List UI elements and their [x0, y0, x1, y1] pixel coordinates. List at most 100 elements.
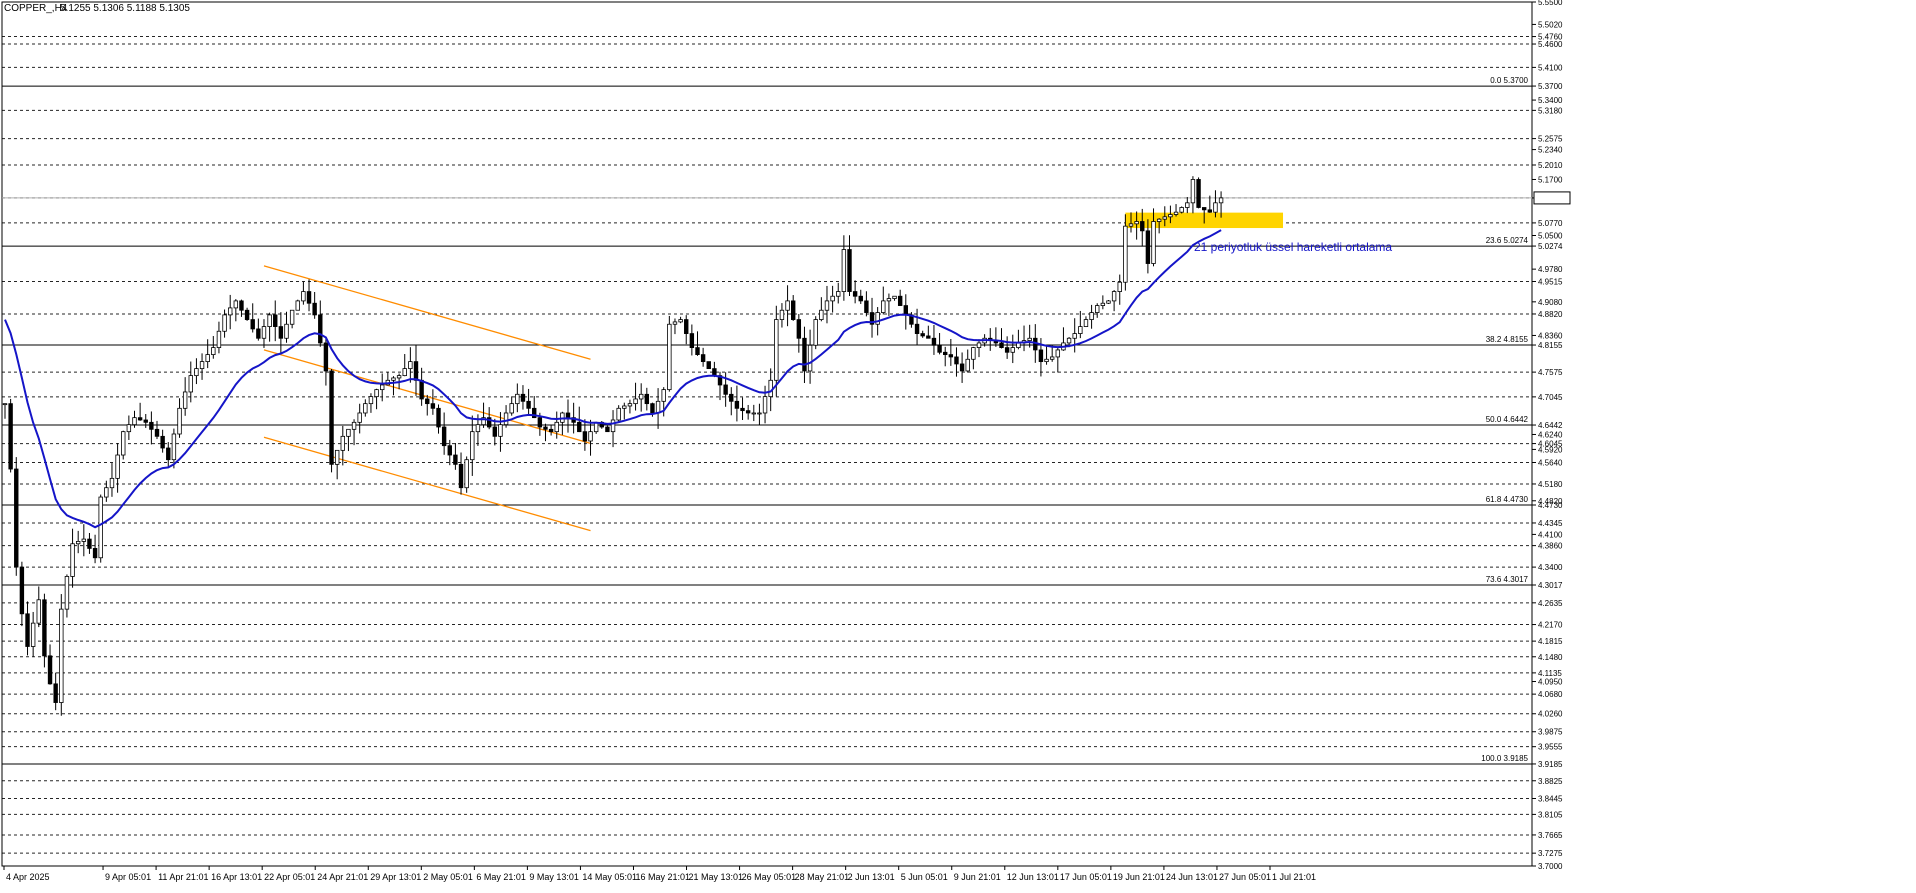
candle-body: [729, 393, 734, 402]
candle-body: [447, 445, 452, 456]
candle-body: [75, 541, 81, 545]
candle-body: [413, 361, 419, 381]
ema-annotation: 21 periyotluk üssel hareketli ortalama: [1194, 240, 1392, 254]
fib-level-label: 0.0 5.3700: [1490, 76, 1528, 85]
price-tick-label: 4.9080: [1538, 298, 1563, 307]
symbol-label: COPPER_,H4: [4, 3, 68, 14]
price-tick-label: 4.0260: [1538, 710, 1563, 719]
price-tick-label: 5.1700: [1538, 175, 1563, 184]
candle-body: [425, 398, 430, 405]
candle-body: [396, 375, 402, 379]
channel-line[interactable]: [263, 436, 591, 532]
time-tick-label: 2 Jun 13:01: [848, 872, 895, 882]
candle-body: [1196, 179, 1201, 208]
candle-body: [233, 300, 239, 309]
time-tick-label: 21 May 13:01: [689, 872, 744, 882]
time-tick-label: 26 May 05:01: [742, 872, 797, 882]
candle-body: [380, 384, 385, 391]
candle-body: [638, 393, 644, 400]
price-tick-label: 4.3400: [1538, 563, 1563, 572]
candle-body: [295, 300, 300, 311]
candle-body: [582, 431, 588, 442]
candle-body: [441, 426, 447, 447]
price-tick-label: 5.3400: [1538, 96, 1563, 105]
candle-body: [1111, 291, 1117, 302]
candles-layer: [2, 176, 1224, 716]
chart-canvas[interactable]: 0.0 5.3700 23.6 5.0274 38.2 4.8155 50.0 4.6…: [0, 0, 1916, 888]
candle-body: [1134, 221, 1139, 225]
candle-body: [357, 412, 362, 423]
time-tick-label: 24 Jun 13:01: [1166, 872, 1218, 882]
price-tick-label: 3.7275: [1538, 849, 1563, 858]
candle-body: [1156, 218, 1162, 222]
candle-body: [796, 319, 802, 339]
candle-body: [931, 337, 937, 346]
candle-body: [689, 333, 695, 349]
candle-body: [836, 291, 841, 297]
time-tick-label: 11 Apr 21:01: [158, 872, 208, 882]
candle-body: [1179, 207, 1184, 213]
candle-body: [160, 435, 165, 449]
candle-body: [475, 424, 481, 433]
candle-body: [841, 249, 847, 292]
candle-body: [87, 538, 92, 549]
candle-body: [706, 361, 711, 370]
time-tick-label: 19 Jun 21:01: [1113, 872, 1165, 882]
candle-body: [813, 319, 818, 346]
price-tick-label: 3.9555: [1538, 743, 1563, 752]
fibonacci-layer: 0.0 5.3700 23.6 5.0274 38.2 4.8155 50.0 4.6…: [2, 76, 1532, 765]
time-tick-label: 12 Jun 13:01: [1007, 872, 1059, 882]
candle-body: [1140, 221, 1145, 232]
price-tick-label: 4.2170: [1538, 621, 1563, 630]
price-chart[interactable]: 0.0 5.3700 23.6 5.0274 38.2 4.8155 50.0 4.6…: [0, 0, 1916, 888]
candle-body: [914, 323, 920, 334]
price-tick-label: 5.2575: [1538, 135, 1563, 144]
candle-body: [154, 428, 160, 437]
candle-body: [188, 375, 193, 393]
price-tick-label: 4.0950: [1538, 678, 1563, 687]
ema-line[interactable]: [4, 229, 1222, 529]
candle-body: [104, 487, 109, 498]
time-tick-label: 16 May 21:01: [635, 872, 690, 882]
price-tick-label: 4.8820: [1538, 310, 1563, 319]
candle-body: [318, 314, 323, 344]
candle-body: [273, 314, 278, 327]
time-axis[interactable]: 4 Apr 2025 9 Apr 05:01 11 Apr 21:01 16 Apr …: [3, 866, 1316, 882]
price-tick-label: 4.8360: [1538, 331, 1563, 340]
candle-body: [565, 412, 571, 419]
candle-body: [284, 323, 289, 339]
candle-body: [881, 300, 886, 313]
candle-body: [368, 396, 374, 405]
price-tick-label: 3.8105: [1538, 810, 1563, 819]
candle-body: [824, 300, 830, 311]
candle-body: [554, 421, 559, 433]
candle-body: [1066, 337, 1072, 344]
time-tick-label: 16 Apr 13:01: [211, 872, 262, 882]
candle-body: [53, 683, 58, 703]
candle-body: [503, 412, 509, 426]
candle-body: [1038, 349, 1044, 363]
candle-body: [70, 543, 75, 577]
price-tick-label: 4.9780: [1538, 265, 1563, 274]
candle-body: [948, 354, 954, 358]
candle-body: [740, 407, 745, 412]
candle-body: [1095, 305, 1100, 313]
candle-body: [588, 431, 593, 442]
candle-body: [498, 424, 503, 437]
current-price-marker: [1533, 191, 1571, 205]
candle-body: [81, 538, 87, 542]
price-axis[interactable]: 5.55005.50205.47605.46005.41005.37005.34…: [1532, 0, 1571, 871]
time-tick-label: 9 Jun 21:01: [954, 872, 1001, 882]
price-tick-label: 5.4100: [1538, 63, 1563, 72]
candle-body: [520, 393, 526, 402]
price-tick-label: 5.3180: [1538, 106, 1563, 115]
price-tick-label: 4.9515: [1538, 278, 1563, 287]
candle-body: [430, 403, 436, 409]
candle-body: [36, 599, 41, 624]
price-tick-label: 4.3017: [1538, 581, 1563, 590]
price-tick-label: 5.2340: [1538, 146, 1563, 155]
candle-body: [920, 333, 925, 337]
candle-body: [734, 400, 740, 409]
time-tick-label: 1 Jul 21:01: [1272, 872, 1316, 882]
plot-frame: [1, 1, 1533, 867]
